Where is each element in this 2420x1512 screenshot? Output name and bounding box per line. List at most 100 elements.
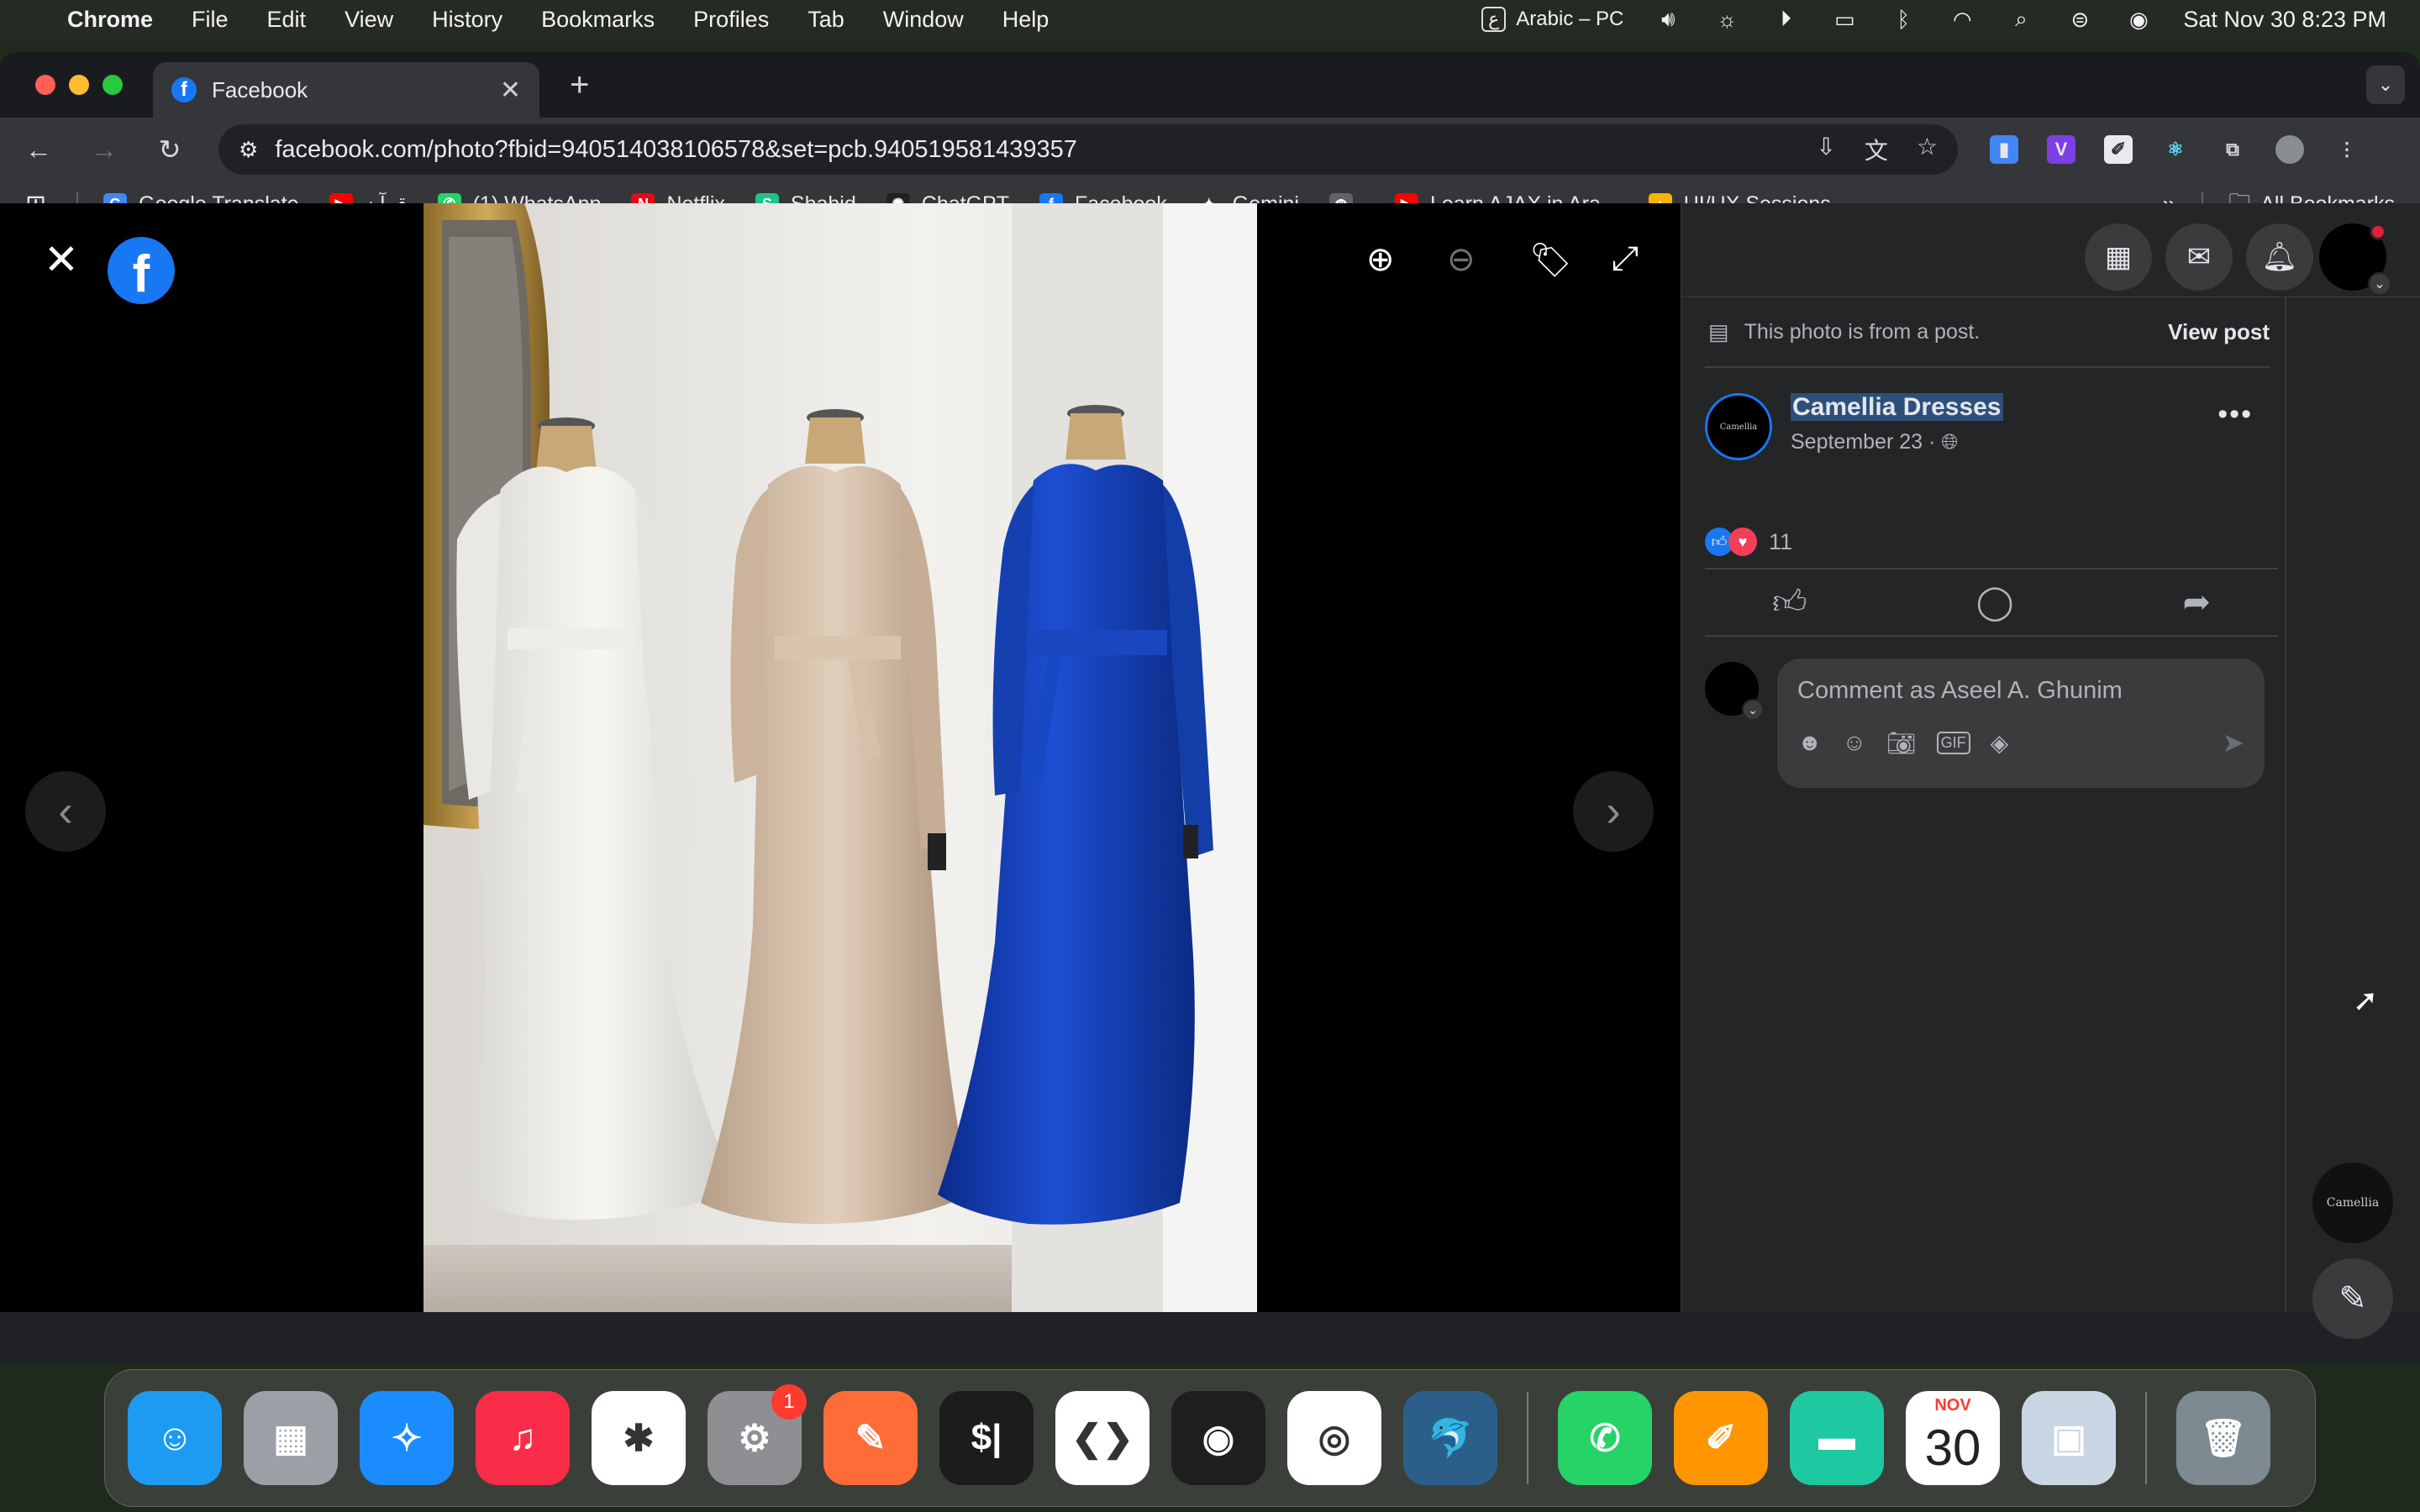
avatar-sticker-icon[interactable]: ☻ [1797, 729, 1822, 756]
menu-edit[interactable]: Edit [267, 7, 307, 33]
meet-app-icon[interactable]: ▬ [1790, 1391, 1884, 1485]
document-icon: ▤ [1708, 318, 1729, 344]
chat-head-avatar[interactable]: Camellia [2312, 1163, 2393, 1243]
menu-bookmarks[interactable]: Bookmarks [541, 7, 655, 33]
close-window-button[interactable] [35, 75, 55, 95]
extension-docs-icon[interactable]: ▮ [1990, 135, 2018, 164]
bluetooth-off-icon[interactable]: ᛒ [1889, 7, 1918, 32]
spotlight-search-icon[interactable]: ⌕ [2007, 6, 2035, 31]
chrome-app-icon[interactable]: ◎ [1287, 1391, 1381, 1485]
emoji-icon[interactable]: ☺ [1842, 729, 1866, 756]
tab-search-chevron-icon[interactable]: ⌄ [2366, 66, 2405, 104]
chrome-menu-icon[interactable]: ⋮ [2333, 135, 2361, 164]
wifi-icon[interactable]: ◠ [1948, 7, 1976, 32]
install-app-icon[interactable]: ⇩ [1816, 133, 1835, 166]
post-date[interactable]: September 23 · 🌐︎ [1791, 430, 2003, 454]
volume-icon[interactable]: 🔊︎ [1654, 6, 1682, 31]
pages-app-icon[interactable]: ✐ [1674, 1391, 1768, 1485]
share-button-icon[interactable]: ➦ [2182, 583, 2211, 622]
camera-icon[interactable]: 📷︎ [1886, 729, 1917, 757]
minimize-window-button[interactable] [69, 75, 89, 95]
fullscreen-icon[interactable]: ⤢ [1612, 240, 1639, 278]
menu-history[interactable]: History [432, 7, 502, 33]
zoom-out-icon[interactable]: ⊖ [1447, 240, 1476, 279]
menu-tab[interactable]: Tab [808, 7, 844, 33]
finder-app-icon[interactable]: ☺ [128, 1391, 222, 1485]
account-avatar[interactable]: ⌄ [2319, 223, 2391, 296]
chevron-down-icon[interactable]: ⌄ [1742, 699, 1764, 721]
site-settings-icon[interactable]: ⚙ [239, 137, 258, 163]
forward-arrow-icon[interactable]: → [87, 134, 121, 165]
menu-app-name[interactable]: Chrome [67, 7, 153, 33]
vscode-app-icon[interactable]: ❮❯ [1055, 1391, 1150, 1485]
menu-help[interactable]: Help [1002, 7, 1050, 33]
notifications-bell-icon[interactable]: 🔔︎ [2246, 223, 2313, 291]
address-bar[interactable]: ⚙ facebook.com/photo?fbid=94051403810657… [218, 124, 1958, 175]
send-icon[interactable]: ➤ [2222, 727, 2244, 759]
chevron-down-icon[interactable]: ⌄ [2368, 272, 2391, 296]
post-info: ▤ This photo is from a post. View post C… [1705, 297, 2278, 788]
battery-icon[interactable]: ▭ [1830, 7, 1859, 32]
page-avatar[interactable]: Camellia [1705, 393, 1772, 460]
preview-app-icon[interactable]: ▣ [2022, 1391, 2116, 1485]
reaction-count: 11 [1769, 528, 1793, 554]
zoom-window-button[interactable] [103, 75, 123, 95]
launchpad-app-icon[interactable]: ▦ [244, 1391, 338, 1485]
reactions-summary[interactable]: 👍︎ ♥ 11 [1705, 528, 2278, 570]
tag-icon[interactable]: 🏷︎ [1529, 240, 1572, 280]
figma-app-icon[interactable]: ◉ [1171, 1391, 1265, 1485]
tab-facebook[interactable]: f Facebook ✕ [153, 62, 539, 118]
safari-app-icon[interactable]: ✧ [360, 1391, 454, 1485]
terminal-app-icon[interactable]: $| [939, 1391, 1034, 1485]
menubar-clock[interactable]: Sat Nov 30 8:23 PM [2183, 7, 2386, 33]
menu-profiles[interactable]: Profiles [693, 7, 769, 33]
menu-file[interactable]: File [192, 7, 229, 33]
post-photo[interactable] [424, 203, 1257, 1312]
now-playing-icon[interactable]: ⏵ [1771, 6, 1800, 31]
zoom-in-icon[interactable]: ⊕ [1366, 240, 1395, 279]
react-devtools-icon[interactable]: ⚛ [2161, 135, 2190, 164]
gif-icon[interactable]: GIF [1936, 731, 1970, 754]
postman-app-icon[interactable]: ✎ [823, 1391, 918, 1485]
trash-app-icon[interactable]: 🗑 [2176, 1391, 2270, 1485]
siri-icon[interactable]: ◉ [2124, 7, 2153, 32]
music-app-icon[interactable]: ♫ [476, 1391, 570, 1485]
profile-avatar-icon[interactable] [2275, 135, 2304, 164]
mysql-workbench-app-icon[interactable]: 🐬 [1403, 1391, 1497, 1485]
like-button-icon[interactable]: 👍︎ [1772, 582, 1807, 622]
control-center-icon[interactable]: ⊜ [2065, 7, 2094, 32]
close-viewer-icon[interactable]: ✕ [44, 235, 79, 284]
bookmark-star-icon[interactable]: ☆ [1917, 133, 1938, 166]
comment-input[interactable] [1797, 677, 2244, 705]
menu-grid-icon[interactable]: ▦ [2085, 223, 2152, 291]
translate-icon[interactable]: 文 [1865, 133, 1888, 166]
calendar-app-icon[interactable]: NOV 30 [1906, 1391, 2000, 1485]
sticker-icon[interactable]: ◈ [1991, 729, 2009, 757]
page-name-link[interactable]: Camellia Dresses [1791, 393, 2003, 421]
menu-window[interactable]: Window [883, 7, 964, 33]
facebook-photo-page: ✕ f ⊕ ⊖ 🏷︎ ⤢ ‹ › ▦ ✉ 🔔︎ ⌄ ▤ This photo i… [0, 203, 2420, 1312]
new-message-icon[interactable]: ✎ [2312, 1258, 2393, 1339]
extension-v-icon[interactable]: V [2047, 135, 2075, 164]
brightness-icon[interactable]: ☼ [1712, 7, 1741, 32]
close-tab-icon[interactable]: ✕ [500, 76, 521, 105]
facebook-logo-icon[interactable]: f [108, 237, 175, 304]
system-settings-app-icon[interactable]: ⚙ 1 [708, 1384, 807, 1485]
reload-icon[interactable]: ↻ [153, 134, 187, 165]
input-source-indicator[interactable]: ع Arabic – PC [1481, 7, 1623, 32]
messenger-icon[interactable]: ✉ [2165, 223, 2233, 291]
previous-photo-button[interactable]: ‹ [25, 771, 106, 852]
url-text[interactable]: facebook.com/photo?fbid=940514038106578&… [275, 136, 1077, 164]
commenter-avatar[interactable]: ⌄ [1705, 662, 1764, 721]
more-options-icon[interactable]: ••• [2217, 398, 2253, 431]
view-post-link[interactable]: View post [2168, 319, 2270, 345]
whatsapp-app-icon[interactable]: ✆ [1558, 1391, 1652, 1485]
slack-app-icon[interactable]: ✱ [592, 1391, 686, 1485]
comment-button-icon[interactable]: ◯ [1976, 583, 2014, 622]
extension-wand-icon[interactable]: ✐ [2104, 135, 2133, 164]
new-tab-button[interactable]: + [570, 66, 589, 104]
back-arrow-icon[interactable]: ← [22, 134, 55, 165]
menu-view[interactable]: View [345, 7, 393, 33]
extensions-puzzle-icon[interactable]: ⧉ [2218, 135, 2247, 164]
next-photo-button[interactable]: › [1573, 771, 1654, 852]
